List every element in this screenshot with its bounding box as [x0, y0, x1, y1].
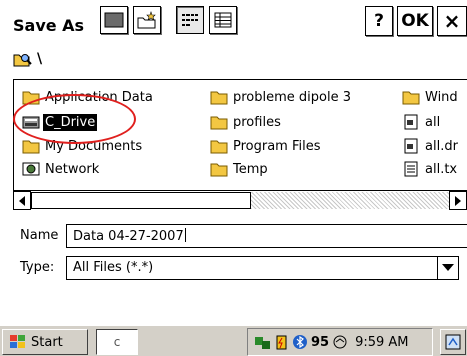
scroll-right-button[interactable] — [449, 191, 467, 210]
list-view-icon — [182, 14, 198, 26]
bluetooth-icon[interactable] — [292, 334, 308, 350]
folder-icon — [210, 91, 228, 105]
file-type-select[interactable]: All Files (*.*) — [66, 256, 455, 280]
scroll-left-button[interactable] — [13, 191, 31, 210]
file-item-temp[interactable]: Temp — [210, 158, 270, 180]
folder-search-icon — [13, 54, 32, 67]
text-file-icon — [404, 161, 418, 177]
file-item-program-files[interactable]: Program Files — [210, 135, 323, 157]
arrow-right-icon — [455, 195, 461, 206]
ok-button[interactable]: OK — [397, 6, 433, 36]
details-view-button[interactable] — [209, 6, 237, 34]
file-type-dropdown-button[interactable] — [437, 256, 459, 280]
folder-icon — [402, 91, 420, 105]
folder-icon — [22, 140, 40, 154]
file-item-probleme-dipole-3[interactable]: probleme dipole 3 — [210, 86, 353, 108]
name-label: Name — [20, 228, 59, 243]
filename-input[interactable]: Data 04-27-2007 — [66, 224, 467, 248]
desktop-icon — [445, 334, 461, 350]
file-item-profiles[interactable]: profiles — [210, 111, 283, 133]
folder-icon — [210, 116, 228, 130]
type-label: Type: — [20, 260, 55, 275]
scrollbar-thumb[interactable] — [31, 192, 251, 209]
network-icon — [22, 162, 40, 176]
up-folder-button[interactable] — [100, 6, 128, 34]
taskbar: Start c 95 9:59 AM — [0, 325, 467, 356]
battery-power-icon[interactable] — [275, 334, 289, 350]
file-item-all-dr[interactable]: all.dr — [402, 135, 460, 157]
list-view-button[interactable] — [176, 6, 204, 34]
network-connection-icon[interactable] — [254, 334, 272, 350]
tray-indicator: 95 — [311, 334, 330, 350]
system-tray: 95 9:59 AM — [247, 328, 433, 356]
save-as-dialog: Save As ? OK × \ Application Data C_Driv… — [0, 0, 467, 325]
folder-up-icon — [104, 12, 124, 28]
desktop-button[interactable] — [440, 329, 466, 355]
new-folder-icon — [137, 11, 156, 29]
current-path: \ — [37, 51, 43, 67]
folder-icon — [210, 163, 228, 177]
shortcut-file-icon — [404, 114, 418, 130]
file-item-all[interactable]: all — [402, 111, 442, 133]
path-bar: \ — [13, 49, 42, 69]
folder-icon — [210, 140, 228, 154]
start-label: Start — [31, 334, 63, 350]
dialog-title: Save As — [13, 16, 85, 35]
text-caret — [184, 228, 186, 242]
annotation-circle — [13, 94, 136, 144]
file-item-all-tx[interactable]: all.tx — [402, 158, 459, 180]
new-folder-button[interactable] — [133, 6, 161, 34]
taskbar-item[interactable]: c — [96, 329, 138, 355]
details-view-icon — [214, 12, 232, 28]
scrollbar-track[interactable] — [251, 192, 449, 209]
file-item-wind[interactable]: Wind — [402, 86, 460, 108]
file-type-value: All Files (*.*) — [73, 260, 154, 275]
arrow-left-icon — [19, 195, 25, 206]
close-button[interactable]: × — [437, 6, 467, 36]
help-button[interactable]: ? — [365, 6, 393, 36]
start-button[interactable]: Start — [2, 329, 88, 355]
shortcut-file-icon — [404, 138, 418, 154]
filename-value: Data 04-27-2007 — [73, 229, 184, 244]
horizontal-scrollbar[interactable] — [13, 190, 467, 210]
chevron-down-icon — [442, 264, 454, 271]
file-item-network[interactable]: Network — [22, 158, 101, 180]
clock[interactable]: 9:59 AM — [355, 335, 408, 350]
sync-icon[interactable] — [332, 334, 348, 350]
windows-logo-icon — [10, 335, 25, 348]
